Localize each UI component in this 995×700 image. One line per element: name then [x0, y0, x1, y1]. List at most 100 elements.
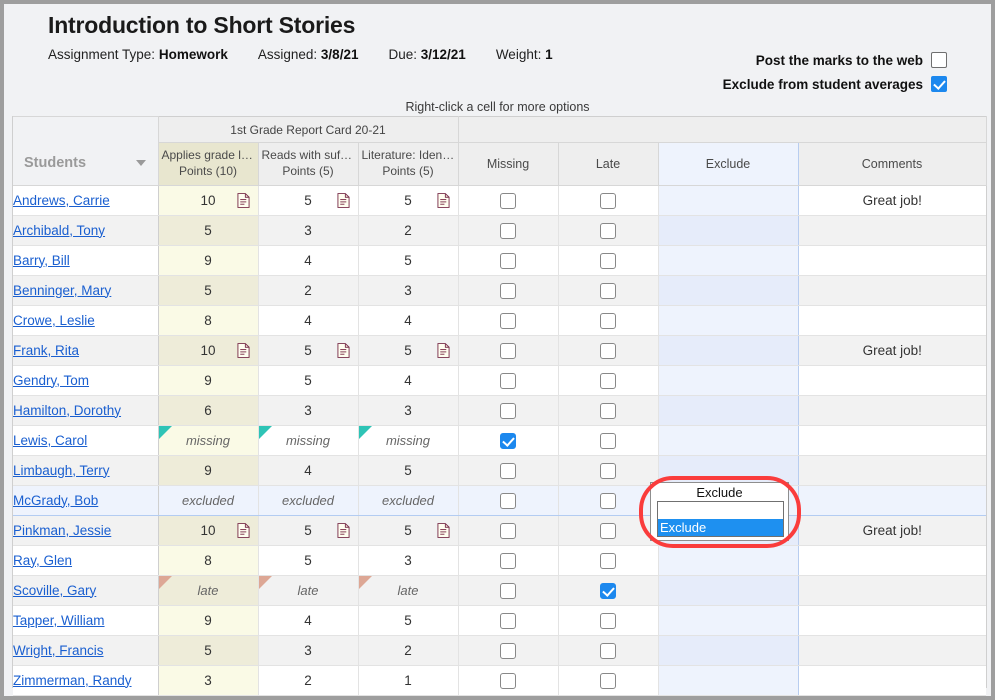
- comment-cell[interactable]: [798, 665, 986, 696]
- score-cell[interactable]: late: [258, 575, 359, 606]
- dropdown-option-blank[interactable]: [658, 502, 783, 519]
- missing-checkbox[interactable]: [500, 252, 516, 269]
- student-link[interactable]: Benninger, Mary: [13, 283, 111, 298]
- comment-doc-icon[interactable]: [436, 193, 450, 208]
- comment-cell[interactable]: [798, 425, 986, 456]
- table-row[interactable]: Andrews, Carrie 10 5 5 Great job!: [13, 185, 986, 216]
- missing-cell[interactable]: [458, 245, 559, 276]
- score-cell[interactable]: 9: [158, 455, 259, 486]
- missing-cell[interactable]: [458, 635, 559, 666]
- score-cell[interactable]: missing: [158, 425, 259, 456]
- exclude-cell[interactable]: [657, 635, 799, 666]
- table-row[interactable]: Crowe, Leslie 8 4 4: [13, 305, 986, 336]
- table-row[interactable]: Lewis, Carol missing missing missing: [13, 425, 986, 456]
- exclude-cell[interactable]: [657, 665, 799, 696]
- late-cell[interactable]: [558, 665, 659, 696]
- comment-cell[interactable]: [798, 275, 986, 306]
- late-cell[interactable]: [558, 635, 659, 666]
- missing-checkbox[interactable]: [500, 462, 516, 479]
- comment-cell[interactable]: Great job!: [798, 185, 986, 216]
- exclude-cell[interactable]: [657, 575, 799, 606]
- student-link[interactable]: Pinkman, Jessie: [13, 523, 111, 538]
- late-cell[interactable]: [558, 485, 659, 516]
- score-cell[interactable]: 4: [358, 365, 459, 396]
- score-cell[interactable]: 3: [158, 665, 259, 696]
- missing-cell[interactable]: [458, 395, 559, 426]
- late-checkbox[interactable]: [600, 222, 616, 239]
- column-header-exclude[interactable]: Exclude: [657, 142, 799, 186]
- exclude-cell[interactable]: [657, 335, 799, 366]
- student-link[interactable]: Hamilton, Dorothy: [13, 403, 121, 418]
- student-link[interactable]: Frank, Rita: [13, 343, 79, 358]
- late-cell[interactable]: [558, 605, 659, 636]
- comment-cell[interactable]: [798, 545, 986, 576]
- score-cell[interactable]: 8: [158, 305, 259, 336]
- score-cell[interactable]: 3: [358, 395, 459, 426]
- missing-checkbox[interactable]: [500, 312, 516, 329]
- score-cell[interactable]: 5: [158, 635, 259, 666]
- missing-checkbox[interactable]: [500, 222, 516, 239]
- late-checkbox[interactable]: [600, 252, 616, 269]
- exclude-cell[interactable]: [657, 245, 799, 276]
- score-cell[interactable]: 5: [358, 335, 459, 366]
- score-cell[interactable]: 2: [258, 275, 359, 306]
- score-cell[interactable]: 9: [158, 245, 259, 276]
- late-checkbox[interactable]: [600, 672, 616, 689]
- student-name-cell[interactable]: Pinkman, Jessie: [13, 515, 159, 546]
- column-header-comments[interactable]: Comments: [797, 142, 987, 186]
- comment-cell[interactable]: [798, 395, 986, 426]
- late-checkbox[interactable]: [600, 342, 616, 359]
- late-checkbox[interactable]: [600, 312, 616, 329]
- late-cell[interactable]: [558, 245, 659, 276]
- student-link[interactable]: Andrews, Carrie: [13, 193, 110, 208]
- score-cell[interactable]: 5: [358, 245, 459, 276]
- comment-cell[interactable]: [798, 215, 986, 246]
- student-link[interactable]: Archibald, Tony: [13, 223, 105, 238]
- student-name-cell[interactable]: Gendry, Tom: [13, 365, 159, 396]
- late-cell[interactable]: [558, 515, 659, 546]
- late-checkbox[interactable]: [600, 582, 616, 599]
- late-cell[interactable]: [558, 335, 659, 366]
- student-name-cell[interactable]: Hamilton, Dorothy: [13, 395, 159, 426]
- comment-doc-icon[interactable]: [336, 343, 350, 358]
- student-link[interactable]: Tapper, William: [13, 613, 105, 628]
- student-name-cell[interactable]: Zimmerman, Randy: [13, 665, 159, 696]
- score-cell[interactable]: excluded: [158, 485, 259, 516]
- late-cell[interactable]: [558, 275, 659, 306]
- comment-cell[interactable]: [798, 365, 986, 396]
- missing-cell[interactable]: [458, 575, 559, 606]
- comment-cell[interactable]: Great job!: [798, 515, 986, 546]
- student-name-cell[interactable]: McGrady, Bob: [13, 485, 159, 516]
- late-checkbox[interactable]: [600, 462, 616, 479]
- score-cell[interactable]: 4: [258, 605, 359, 636]
- student-link[interactable]: Lewis, Carol: [13, 433, 87, 448]
- student-name-cell[interactable]: Archibald, Tony: [13, 215, 159, 246]
- score-cell[interactable]: 5: [158, 275, 259, 306]
- missing-cell[interactable]: [458, 425, 559, 456]
- missing-cell[interactable]: [458, 665, 559, 696]
- missing-checkbox[interactable]: [500, 372, 516, 389]
- score-cell[interactable]: 5: [258, 335, 359, 366]
- score-cell[interactable]: 5: [258, 515, 359, 546]
- missing-cell[interactable]: [458, 515, 559, 546]
- student-name-cell[interactable]: Benninger, Mary: [13, 275, 159, 306]
- student-name-cell[interactable]: Barry, Bill: [13, 245, 159, 276]
- late-cell[interactable]: [558, 395, 659, 426]
- late-checkbox[interactable]: [600, 402, 616, 419]
- column-header-missing[interactable]: Missing: [457, 142, 559, 186]
- table-row[interactable]: Benninger, Mary 5 2 3: [13, 275, 986, 306]
- score-cell[interactable]: 9: [158, 365, 259, 396]
- missing-checkbox[interactable]: [500, 432, 516, 449]
- score-cell[interactable]: 5: [358, 185, 459, 216]
- score-cell[interactable]: excluded: [258, 485, 359, 516]
- score-cell[interactable]: 3: [258, 395, 359, 426]
- comment-cell[interactable]: [798, 485, 986, 516]
- score-cell[interactable]: 2: [358, 635, 459, 666]
- missing-cell[interactable]: [458, 185, 559, 216]
- late-cell[interactable]: [558, 455, 659, 486]
- missing-cell[interactable]: [458, 335, 559, 366]
- score-cell[interactable]: missing: [258, 425, 359, 456]
- table-row[interactable]: Hamilton, Dorothy 6 3 3: [13, 395, 986, 426]
- late-checkbox[interactable]: [600, 492, 616, 509]
- missing-checkbox[interactable]: [500, 672, 516, 689]
